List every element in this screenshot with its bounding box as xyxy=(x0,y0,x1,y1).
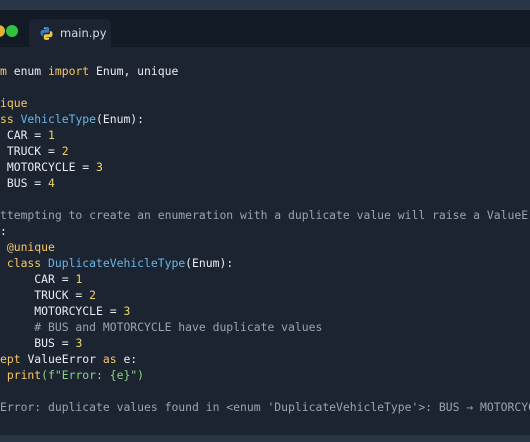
code-line: CAR = 1 xyxy=(0,271,530,287)
code-line: ept ValueError as e: xyxy=(0,351,530,367)
code-token: 1 xyxy=(48,128,55,142)
code-token: @unique xyxy=(0,240,55,254)
code-line: m enum import Enum, unique xyxy=(0,63,530,79)
code-line: class DuplicateVehicleType(Enum): xyxy=(0,255,530,271)
code-token: 3 xyxy=(75,336,83,350)
editor-window: main.py m enum import Enum, unique ique ss… xyxy=(0,10,530,435)
code-token: enum xyxy=(13,64,49,78)
code-line: BUS = 3 xyxy=(0,335,530,351)
code-line: @unique xyxy=(0,239,530,255)
code-token: 2 xyxy=(61,144,69,158)
code-token: 2 xyxy=(89,288,97,302)
code-editor[interactable]: m enum import Enum, unique ique ss Vehicle… xyxy=(0,63,530,415)
code-token: CAR = xyxy=(0,128,49,142)
code-token: MOTORCYCLE = xyxy=(0,160,97,174)
code-token: 3 xyxy=(96,160,103,174)
code-token: ttempting to create an enumeration with … xyxy=(0,208,530,222)
maximize-window-button[interactable] xyxy=(6,25,18,37)
code-token: (Enum): xyxy=(185,256,234,270)
code-token: Enum, unique xyxy=(89,64,179,78)
code-token: ique xyxy=(0,96,28,110)
code-line: print(f"Error: {e}") xyxy=(0,367,530,383)
code-line: ttempting to create an enumeration with … xyxy=(0,207,530,223)
title-bar: main.py xyxy=(0,10,530,47)
code-token: DuplicateVehicleType xyxy=(48,256,186,270)
code-line: MOTORCYCLE = 3 xyxy=(0,303,530,319)
code-token: ValueError xyxy=(27,352,103,366)
code-line: # BUS and MOTORCYCLE have duplicate valu… xyxy=(0,319,530,335)
code-line: BUS = 4 xyxy=(0,175,530,191)
code-token: m xyxy=(0,64,14,78)
code-token: 4 xyxy=(48,176,55,190)
code-token: : xyxy=(0,224,7,238)
tab-main-py[interactable]: main.py xyxy=(29,19,111,47)
code-token: MOTORCYCLE = xyxy=(0,304,124,318)
code-token: Error: duplicate values found in <enum '… xyxy=(0,400,530,414)
code-token: BUS = xyxy=(0,176,49,190)
code-token: class xyxy=(0,256,49,270)
code-token: # BUS and MOTORCYCLE have duplicate valu… xyxy=(0,320,323,334)
code-token: CAR = xyxy=(0,272,76,286)
code-line: CAR = 1 xyxy=(0,127,530,143)
code-token: 1 xyxy=(75,272,83,286)
python-icon xyxy=(39,26,54,41)
code-token: VehicleType xyxy=(20,112,97,126)
code-token: as xyxy=(102,352,117,366)
code-token: ept xyxy=(0,352,28,366)
code-line: : xyxy=(0,223,530,239)
code-token: (Enum): xyxy=(96,112,145,126)
code-line: Error: duplicate values found in <enum '… xyxy=(0,399,530,415)
code-line: ique xyxy=(0,95,530,111)
code-line: TRUCK = 2 xyxy=(0,287,530,303)
code-token: ss xyxy=(0,112,21,126)
code-line: MOTORCYCLE = 3 xyxy=(0,159,530,175)
tab-label: main.py xyxy=(60,26,107,40)
code-token: TRUCK = xyxy=(0,288,90,302)
code-token: import xyxy=(48,64,90,78)
code-token: (f"Error: {e}") xyxy=(41,368,145,382)
code-token: BUS = xyxy=(0,336,76,350)
code-token: 3 xyxy=(123,304,131,318)
code-token: TRUCK = xyxy=(0,144,62,158)
code-line: ss VehicleType(Enum): xyxy=(0,111,530,127)
code-token: e: xyxy=(116,352,138,366)
code-line: TRUCK = 2 xyxy=(0,143,530,159)
minimize-window-button[interactable] xyxy=(0,25,5,37)
code-token: print xyxy=(0,368,42,382)
window-frame-bottom xyxy=(0,435,530,442)
